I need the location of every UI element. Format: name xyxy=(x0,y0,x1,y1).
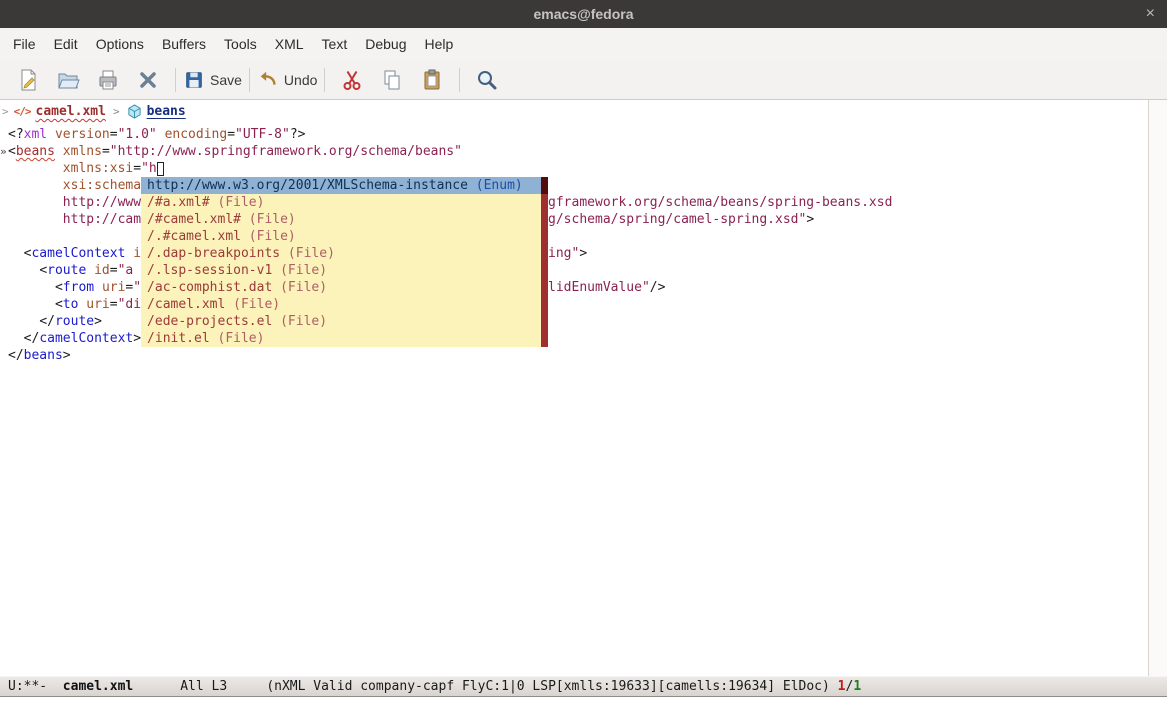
toolbar-separator xyxy=(459,68,460,92)
breadcrumb-separator: > xyxy=(111,105,122,118)
breadcrumb: > </> camel.xml > beans xyxy=(0,100,1148,123)
echo-area[interactable] xyxy=(0,698,1167,717)
close-icon[interactable]: × xyxy=(1146,4,1155,24)
search-icon xyxy=(475,68,499,92)
completion-item[interactable]: /#camel.xml# (File) xyxy=(141,211,548,228)
completion-item[interactable]: /#a.xml# (File) xyxy=(141,194,548,211)
undo-label: Undo xyxy=(284,72,317,88)
breadcrumb-file[interactable]: camel.xml xyxy=(36,104,106,119)
cut-icon xyxy=(340,68,364,92)
copy-icon xyxy=(380,68,404,92)
popup-scrollbar[interactable] xyxy=(541,177,548,347)
window-title: emacs@fedora xyxy=(533,6,633,22)
code-line: </beans> xyxy=(8,347,1148,364)
undo-icon xyxy=(257,69,279,91)
modeline-text: U:**- camel.xml All L3 (nXML Valid compa… xyxy=(8,679,861,694)
code-line: xmlns:xsi="h xyxy=(8,160,1148,177)
toolbar: Save Undo xyxy=(0,60,1167,100)
element-cube-icon xyxy=(127,104,142,119)
paste-icon xyxy=(420,68,444,92)
toolbar-separator xyxy=(249,68,250,92)
menu-tools[interactable]: Tools xyxy=(215,28,266,60)
menu-debug[interactable]: Debug xyxy=(356,28,415,60)
emacs-frame: emacs@fedora × FileEditOptionsBuffersToo… xyxy=(0,0,1167,717)
completion-annotation: (File) xyxy=(241,212,296,227)
completion-item[interactable]: /.lsp-session-v1 (File) xyxy=(141,262,548,279)
editor-scrollbar[interactable] xyxy=(1148,100,1167,676)
dired-button[interactable] xyxy=(88,64,128,96)
new-file-button[interactable] xyxy=(8,64,48,96)
cut-button[interactable] xyxy=(332,64,372,96)
completion-annotation: (File) xyxy=(272,280,327,295)
completion-annotation: (File) xyxy=(225,297,280,312)
titlebar[interactable]: emacs@fedora × xyxy=(0,0,1167,28)
kill-buffer-button[interactable] xyxy=(128,64,168,96)
completion-item[interactable]: /ac-comphist.dat (File) xyxy=(141,279,548,296)
toolbar-separator xyxy=(324,68,325,92)
completion-popup: http://www.w3.org/2001/XMLSchema-instanc… xyxy=(141,177,548,347)
completion-popup-rows: http://www.w3.org/2001/XMLSchema-instanc… xyxy=(141,177,548,347)
completion-annotation: (File) xyxy=(280,246,335,261)
menu-edit[interactable]: Edit xyxy=(45,28,87,60)
completion-item[interactable]: /init.el (File) xyxy=(141,330,548,347)
completion-item[interactable]: /.#camel.xml (File) xyxy=(141,228,548,245)
popup-scrollbar-thumb[interactable] xyxy=(541,177,548,194)
modeline[interactable]: U:**- camel.xml All L3 (nXML Valid compa… xyxy=(0,676,1167,697)
menu-options[interactable]: Options xyxy=(87,28,153,60)
search-button[interactable] xyxy=(467,64,507,96)
menu-bar: FileEditOptionsBuffersToolsXMLTextDebugH… xyxy=(0,28,1167,60)
open-file-icon xyxy=(56,68,80,92)
toolbar-separator xyxy=(175,68,176,92)
code-line: <beans xmlns="http://www.springframework… xyxy=(8,143,1148,160)
completion-item[interactable]: /.dap-breakpoints (File) xyxy=(141,245,548,262)
dired-icon xyxy=(96,68,120,92)
completion-annotation: (File) xyxy=(272,314,327,329)
completion-annotation: (File) xyxy=(210,195,265,210)
completion-item[interactable]: /camel.xml (File) xyxy=(141,296,548,313)
headerline-chevron: > xyxy=(2,105,9,118)
save-icon xyxy=(183,69,205,91)
menu-text[interactable]: Text xyxy=(313,28,357,60)
completion-item[interactable]: /ede-projects.el (File) xyxy=(141,313,548,330)
completion-annotation: (File) xyxy=(272,263,327,278)
completion-item-selected[interactable]: http://www.w3.org/2001/XMLSchema-instanc… xyxy=(141,177,548,194)
menu-file[interactable]: File xyxy=(4,28,45,60)
save-button[interactable]: Save xyxy=(183,64,242,96)
copy-button[interactable] xyxy=(372,64,412,96)
xml-file-icon: </> xyxy=(14,105,31,118)
breadcrumb-element[interactable]: beans xyxy=(147,104,186,119)
code-line: <?xml version="1.0" encoding="UTF-8"?> xyxy=(8,126,1148,143)
new-file-icon xyxy=(16,68,40,92)
menu-help[interactable]: Help xyxy=(415,28,462,60)
text-cursor xyxy=(157,162,164,176)
open-file-button[interactable] xyxy=(48,64,88,96)
kill-buffer-icon xyxy=(136,68,160,92)
editor[interactable]: » <?xml version="1.0" encoding="UTF-8"?>… xyxy=(0,123,1148,676)
completion-annotation: (File) xyxy=(241,229,296,244)
menu-buffers[interactable]: Buffers xyxy=(153,28,215,60)
menu-xml[interactable]: XML xyxy=(266,28,313,60)
save-label: Save xyxy=(210,72,242,88)
paste-button[interactable] xyxy=(412,64,452,96)
fringe-indicator: » xyxy=(0,143,8,160)
undo-button[interactable]: Undo xyxy=(257,64,317,96)
completion-annotation: (File) xyxy=(210,331,265,346)
completion-annotation: (Enum) xyxy=(468,178,523,193)
